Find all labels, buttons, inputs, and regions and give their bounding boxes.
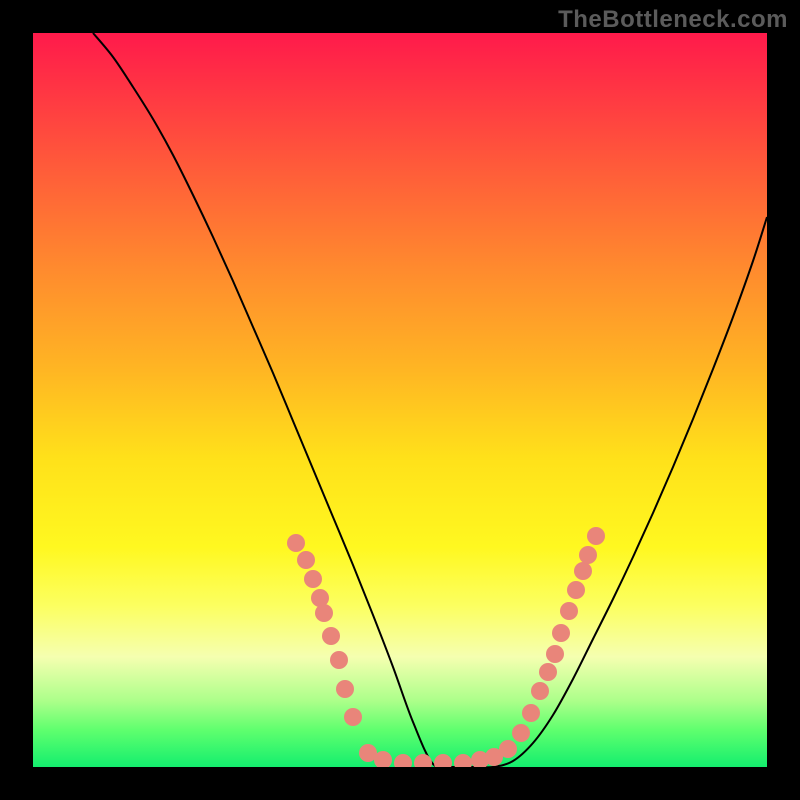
marker-dot <box>587 527 605 545</box>
marker-dot <box>552 624 570 642</box>
marker-dot <box>522 704 540 722</box>
marker-dot <box>567 581 585 599</box>
marker-dot <box>297 551 315 569</box>
marker-dot <box>394 754 412 767</box>
marker-dot <box>499 740 517 758</box>
marker-dot <box>434 754 452 767</box>
plot-area <box>33 33 767 767</box>
marker-dots-group <box>287 527 605 767</box>
marker-dot <box>330 651 348 669</box>
marker-dot <box>531 682 549 700</box>
marker-dot <box>344 708 362 726</box>
watermark-label: TheBottleneck.com <box>558 6 788 34</box>
bottleneck-curve <box>93 33 767 767</box>
marker-dot <box>322 627 340 645</box>
marker-dot <box>414 754 432 767</box>
marker-dot <box>579 546 597 564</box>
marker-dot <box>454 754 472 767</box>
marker-dot <box>287 534 305 552</box>
marker-dot <box>512 724 530 742</box>
marker-dot <box>574 562 592 580</box>
marker-dot <box>315 604 333 622</box>
marker-dot <box>560 602 578 620</box>
marker-dot <box>336 680 354 698</box>
marker-dot <box>546 645 564 663</box>
bottleneck-curve-svg <box>33 33 767 767</box>
marker-dot <box>304 570 322 588</box>
chart-frame: TheBottleneck.com <box>0 0 800 800</box>
marker-dot <box>539 663 557 681</box>
